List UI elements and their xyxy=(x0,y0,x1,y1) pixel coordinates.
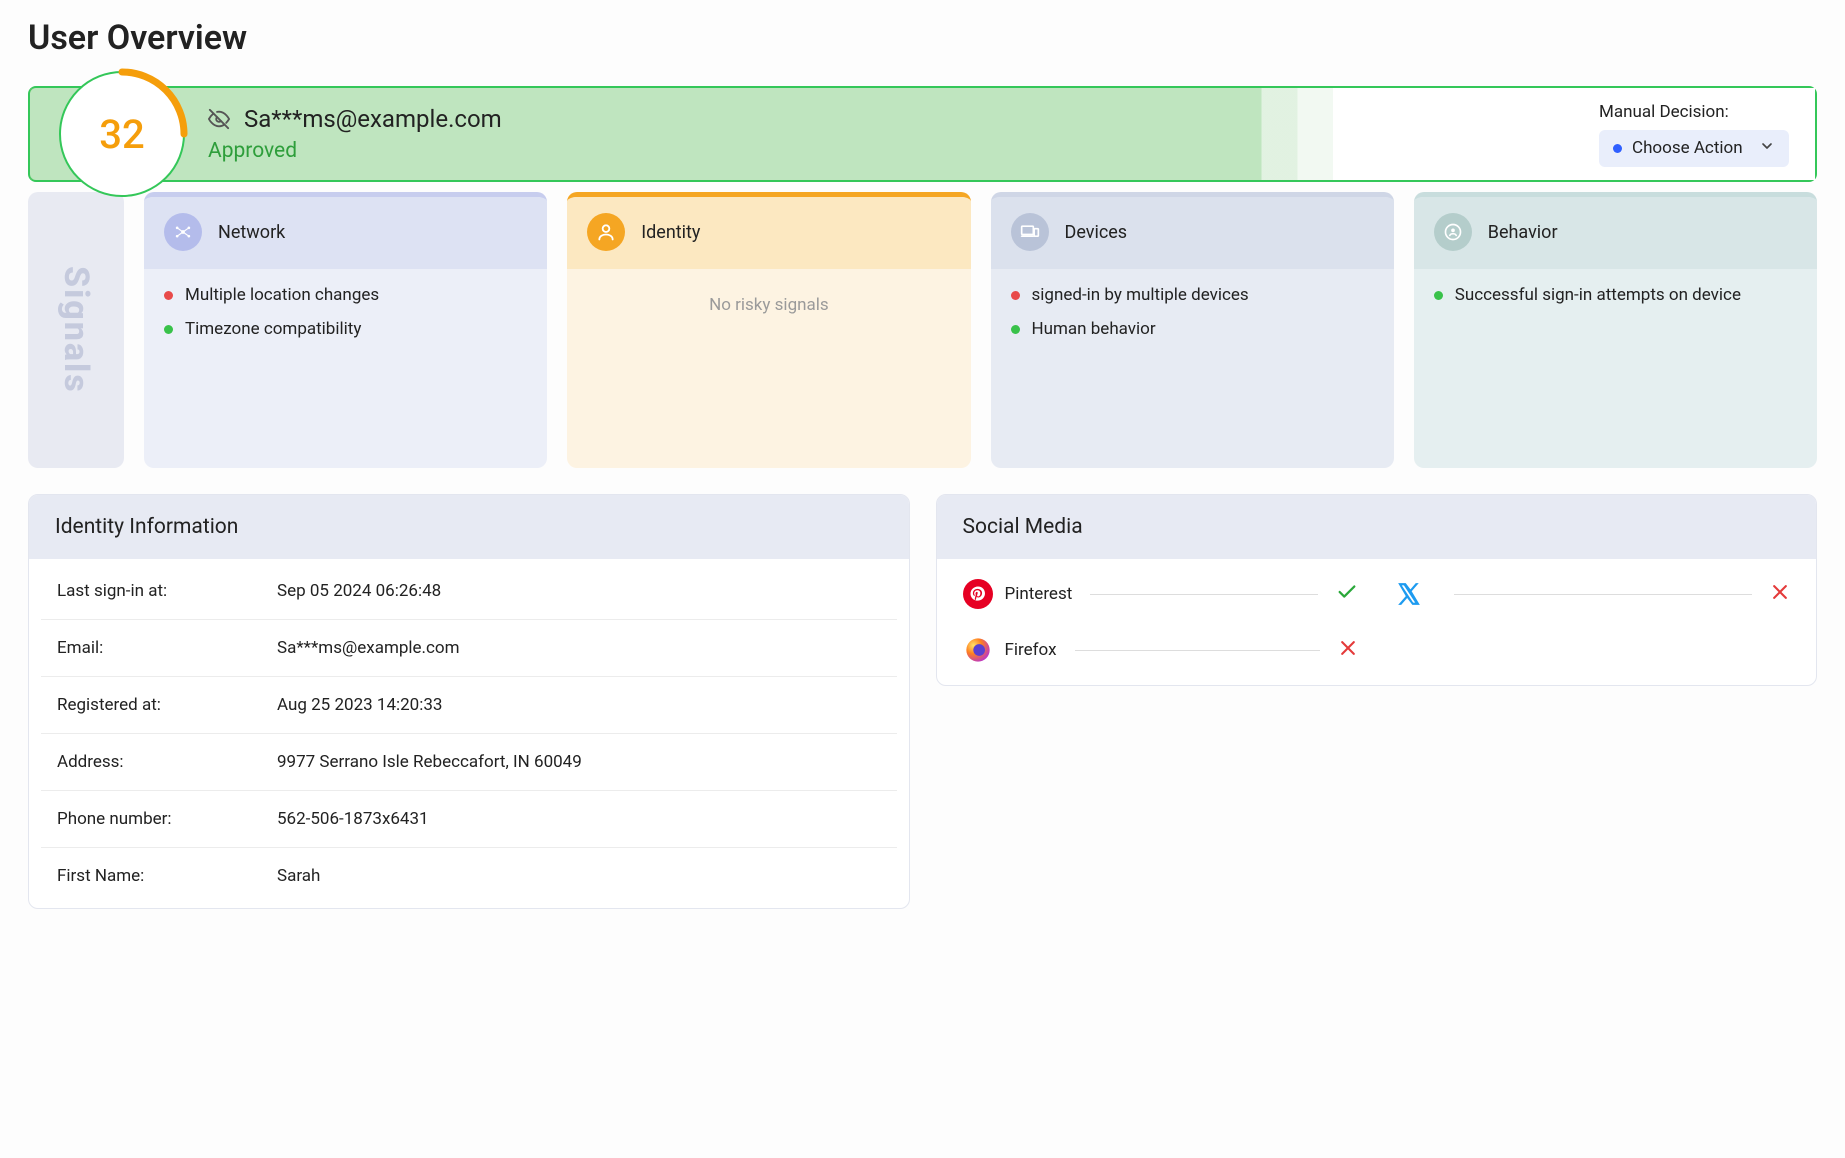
behavior-icon xyxy=(1434,213,1472,251)
panel-title: Social Media xyxy=(937,495,1817,559)
cross-icon xyxy=(1770,582,1790,606)
signals-side-label: Signals xyxy=(28,192,124,468)
social-item-firefox: Firefox xyxy=(963,635,1359,665)
risk-dot-icon xyxy=(164,325,173,334)
signal-card-title: Devices xyxy=(1065,222,1128,243)
divider xyxy=(1075,650,1321,651)
status-dot-icon xyxy=(1613,144,1622,153)
social-media-panel: Social Media Pinterest xyxy=(936,494,1818,686)
signal-card-title: Identity xyxy=(641,222,700,243)
divider xyxy=(1090,594,1318,595)
info-row: First Name: Sarah xyxy=(41,848,897,904)
info-row: Email: Sa***ms@example.com xyxy=(41,620,897,677)
signal-item: signed-in by multiple devices xyxy=(1011,285,1374,305)
choose-action-label: Choose Action xyxy=(1632,138,1743,158)
cross-icon xyxy=(1338,638,1358,662)
social-item-label: Firefox xyxy=(1005,640,1057,660)
manual-decision-label: Manual Decision: xyxy=(1599,102,1729,122)
chevron-down-icon xyxy=(1759,138,1775,159)
signal-card-title: Network xyxy=(218,222,285,243)
signal-item: Human behavior xyxy=(1011,319,1374,339)
risk-dot-icon xyxy=(1011,325,1020,334)
signal-card-behavior[interactable]: Behavior Successful sign-in attempts on … xyxy=(1414,192,1817,468)
info-row: Last sign-in at: Sep 05 2024 06:26:48 xyxy=(41,563,897,620)
signal-item: Multiple location changes xyxy=(164,285,527,305)
no-risky-signals-text: No risky signals xyxy=(587,285,950,315)
firefox-icon xyxy=(963,635,993,665)
check-icon xyxy=(1336,581,1358,607)
status-badge: Approved xyxy=(208,139,1599,163)
social-item-label: Pinterest xyxy=(1005,584,1073,604)
panel-title: Identity Information xyxy=(29,495,909,559)
identity-information-panel: Identity Information Last sign-in at: Se… xyxy=(28,494,910,909)
devices-icon xyxy=(1011,213,1049,251)
x-twitter-icon xyxy=(1394,579,1424,609)
signal-item: Successful sign-in attempts on device xyxy=(1434,285,1797,305)
signals-row: Signals Network Multiple location change… xyxy=(28,192,1817,468)
user-email: Sa***ms@example.com xyxy=(244,105,502,133)
signal-card-title: Behavior xyxy=(1488,222,1558,243)
risk-dot-icon xyxy=(1434,291,1443,300)
signal-card-identity[interactable]: Identity No risky signals xyxy=(567,192,970,468)
choose-action-dropdown[interactable]: Choose Action xyxy=(1599,130,1789,167)
risk-score-circle: 32 xyxy=(54,66,190,202)
identity-icon xyxy=(587,213,625,251)
info-row: Registered at: Aug 25 2023 14:20:33 xyxy=(41,677,897,734)
info-row: Address: 9977 Serrano Isle Rebeccafort, … xyxy=(41,734,897,791)
visibility-off-icon[interactable] xyxy=(208,108,230,130)
social-item-x-twitter xyxy=(1394,579,1790,609)
overview-banner: 32 Sa***ms@example.com Approved Manual D… xyxy=(28,86,1817,182)
signal-item: Timezone compatibility xyxy=(164,319,527,339)
signal-card-network[interactable]: Network Multiple location changes Timezo… xyxy=(144,192,547,468)
risk-dot-icon xyxy=(1011,291,1020,300)
page-title: User Overview xyxy=(28,18,1817,58)
social-item-pinterest: Pinterest xyxy=(963,579,1359,609)
pinterest-icon xyxy=(963,579,993,609)
signal-card-devices[interactable]: Devices signed-in by multiple devices Hu… xyxy=(991,192,1394,468)
network-icon xyxy=(164,213,202,251)
divider xyxy=(1454,594,1752,595)
risk-dot-icon xyxy=(164,291,173,300)
info-row: Phone number: 562-506-1873x6431 xyxy=(41,791,897,848)
risk-score-value: 32 xyxy=(54,66,190,202)
